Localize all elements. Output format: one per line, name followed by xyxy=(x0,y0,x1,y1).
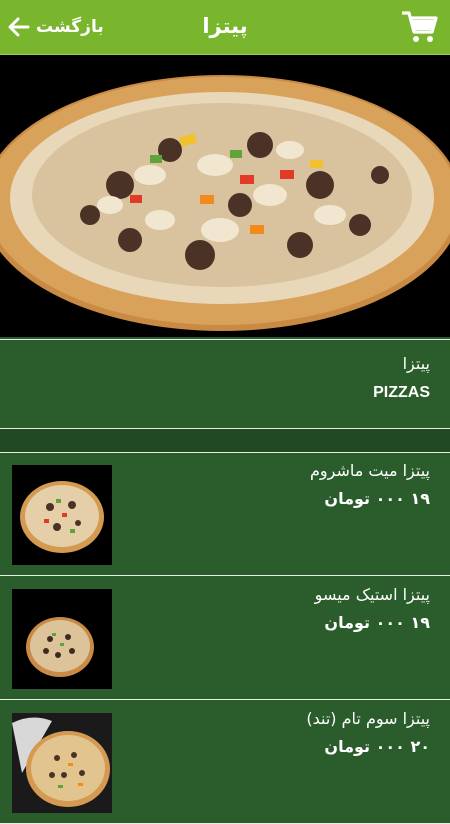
category-name-fa: پیتزا xyxy=(402,354,430,373)
item-price: ۲۰ ۰۰۰ تومان xyxy=(324,737,430,756)
item-thumbnail xyxy=(12,713,112,813)
menu-item[interactable]: پیتزا استیک میسو ۱۹ ۰۰۰ تومان xyxy=(0,577,450,700)
item-thumbnail xyxy=(12,465,112,565)
item-price-value: ۲۰ ۰۰۰ xyxy=(375,737,430,756)
item-name: پیتزا میت ماشروم xyxy=(310,461,430,480)
item-price: ۱۹ ۰۰۰ تومان xyxy=(324,613,430,632)
category-name-en: PIZZAS xyxy=(373,384,430,401)
item-currency: تومان xyxy=(324,737,371,756)
page-title: پیتزا xyxy=(202,14,248,38)
menu-item[interactable]: پیتزا میت ماشروم ۱۹ ۰۰۰ تومان xyxy=(0,453,450,576)
item-price-value: ۱۹ ۰۰۰ xyxy=(375,613,430,632)
section-divider xyxy=(0,429,450,453)
app-bar: بازگشت پیتزا xyxy=(0,0,450,55)
cart-icon xyxy=(401,11,438,42)
item-thumbnail xyxy=(12,589,112,689)
item-price: ۱۹ ۰۰۰ تومان xyxy=(324,489,430,508)
item-name: پیتزا سوم تام (تند) xyxy=(306,709,430,728)
cart-button[interactable] xyxy=(401,10,438,44)
item-currency: تومان xyxy=(324,489,371,508)
item-name: پیتزا استیک میسو xyxy=(314,585,430,604)
menu-item[interactable]: پیتزا سوم تام (تند) ۲۰ ۰۰۰ تومان xyxy=(0,701,450,824)
item-price-value: ۱۹ ۰۰۰ xyxy=(375,489,430,508)
category-header: پیتزا PIZZAS xyxy=(0,339,450,429)
item-currency: تومان xyxy=(324,613,371,632)
category-hero-image xyxy=(0,55,450,337)
